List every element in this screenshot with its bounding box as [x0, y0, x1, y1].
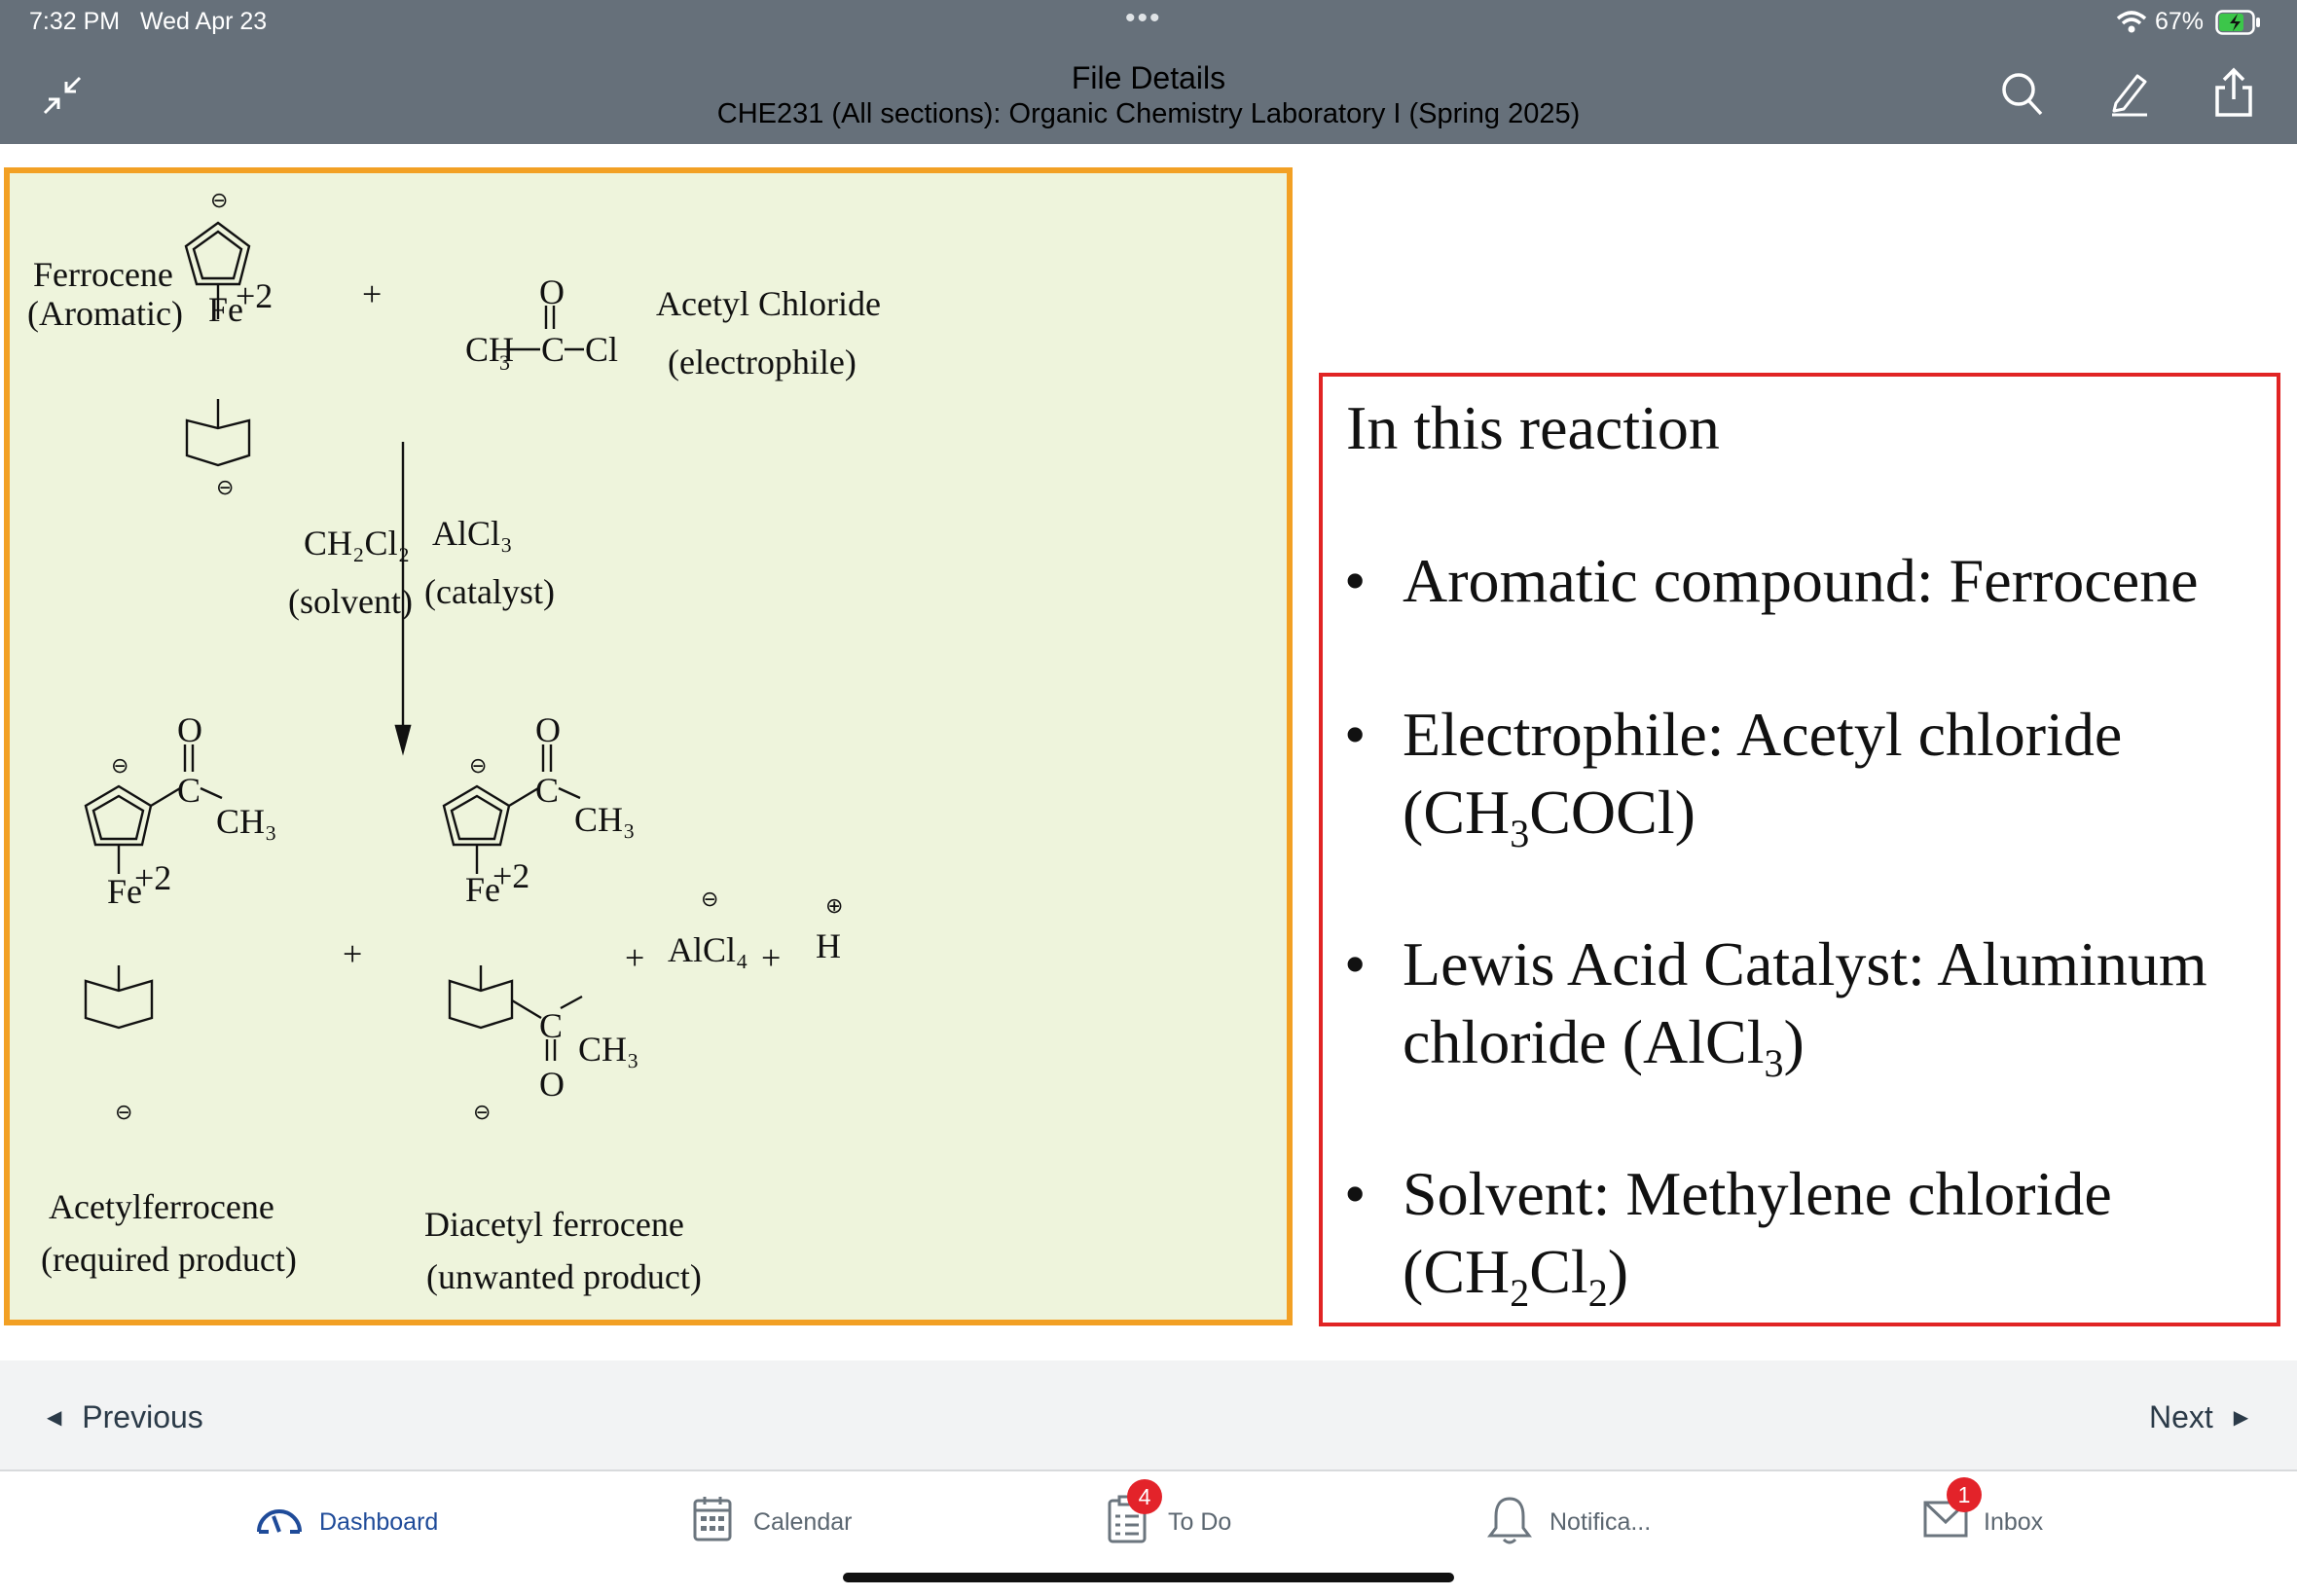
- charge-label: +2: [134, 858, 171, 897]
- tab-inbox[interactable]: 1 Inbox: [1923, 1477, 2060, 1547]
- bullet-text: Aromatic compound: Ferrocene: [1403, 546, 2199, 615]
- bell-icon: [1487, 1497, 1532, 1544]
- battery-icon: [2215, 10, 2262, 40]
- bullet-dot: •: [1344, 700, 1367, 769]
- tab-label: Inbox: [1984, 1508, 2044, 1536]
- charge-label: +2: [236, 276, 273, 315]
- acyl-c: C: [541, 330, 565, 369]
- tab-notifications[interactable]: Notifica...: [1487, 1489, 1682, 1547]
- plus-sign: +: [343, 934, 362, 973]
- c-label: C: [535, 771, 559, 810]
- acetyl-chloride-label: Acetyl Chloride: [656, 284, 881, 323]
- electrophile-label: (electrophile): [668, 343, 857, 381]
- c-label: C: [539, 1006, 563, 1045]
- reaction-summary-box: In this reaction • Aromatic compound: Fe…: [1319, 373, 2280, 1326]
- bullet-dot: •: [1344, 929, 1367, 998]
- charge-label: +2: [492, 856, 529, 895]
- inbox-badge: 1: [1947, 1477, 1982, 1512]
- plus-sign: +: [362, 274, 382, 313]
- battery-percent: 67%: [2155, 8, 2205, 35]
- c-label: C: [177, 771, 201, 810]
- charge-minus: ⊖: [473, 1100, 491, 1124]
- acyl-cl: Cl: [585, 330, 618, 369]
- tab-dashboard[interactable]: Dashboard: [255, 1489, 450, 1547]
- acetylferrocene-label: Acetylferrocene: [49, 1187, 274, 1226]
- alcl4-label: AlCl₄: [668, 930, 748, 969]
- unwanted-product-label: (unwanted product): [426, 1257, 702, 1296]
- bullet-text: Solvent: Methylene chloride: [1403, 1159, 2112, 1228]
- ch3-label: CH₃: [574, 800, 636, 839]
- ch3-label: CH₃: [216, 802, 277, 841]
- caret-left-icon: ◀: [47, 1407, 62, 1429]
- solvent-formula: CH₂Cl₂: [304, 524, 410, 562]
- tab-label: To Do: [1168, 1508, 1232, 1536]
- charge-minus: ⊖: [216, 475, 234, 499]
- multitask-dots[interactable]: •••: [1125, 2, 1162, 35]
- diacetylferrocene-label: Diacetyl ferrocene: [424, 1205, 684, 1244]
- dashboard-icon: [257, 1509, 302, 1534]
- o-label: O: [539, 1065, 565, 1104]
- tab-calendar[interactable]: Calendar: [693, 1489, 868, 1547]
- solvent-label: (solvent): [288, 582, 413, 621]
- bullet-text: Electrophile: Acetyl chloride: [1403, 700, 2123, 769]
- acyl-o: O: [539, 272, 565, 311]
- o-label: O: [177, 710, 202, 749]
- search-icon[interactable]: [2001, 72, 2044, 122]
- ch3-label: CH₃: [578, 1030, 639, 1069]
- charge-minus: ⊖: [115, 1100, 132, 1124]
- share-icon[interactable]: [2213, 66, 2254, 124]
- course-subtitle: CHE231 (All sections): Organic Chemistry…: [716, 98, 1581, 129]
- catalyst-label: (catalyst): [424, 572, 555, 611]
- tab-label: Calendar: [753, 1508, 853, 1536]
- reaction-scheme: Ferrocene (Aromatic) ⊖ Fe +2 ⊖ + CH 3 C …: [4, 167, 1293, 1325]
- bullet-text: Lewis Acid Catalyst: Aluminum: [1403, 929, 2207, 998]
- bullet-dot: •: [1344, 546, 1367, 615]
- ferrocene-label: Ferrocene: [33, 255, 173, 294]
- acyl-sub: 3: [499, 350, 510, 375]
- bullet-dot: •: [1344, 1159, 1367, 1228]
- status-date: Wed Apr 23: [140, 8, 268, 35]
- page-title: File Details: [1071, 60, 1226, 95]
- plus-sign: +: [625, 938, 644, 977]
- tab-label: Notifica...: [1550, 1508, 1652, 1536]
- catalyst-formula: AlCl₃: [432, 514, 513, 553]
- tab-todo[interactable]: 4 To Do: [1108, 1479, 1263, 1547]
- home-indicator[interactable]: [843, 1573, 1454, 1582]
- tab-label: Dashboard: [319, 1508, 439, 1536]
- aromatic-label: (Aromatic): [27, 294, 183, 333]
- charge-minus: ⊖: [701, 887, 718, 911]
- charge-minus: ⊖: [210, 188, 228, 212]
- annotate-pen-icon[interactable]: [2108, 70, 2151, 122]
- status-time: 7:32 PM: [29, 8, 121, 35]
- required-product-label: (required product): [41, 1240, 297, 1279]
- h-label: H: [816, 926, 841, 965]
- charge-minus: ⊖: [111, 753, 128, 778]
- caret-right-icon: ▶: [2233, 1407, 2249, 1429]
- next-button[interactable]: Next ▶: [2149, 1399, 2248, 1435]
- plus-sign: +: [761, 938, 781, 977]
- previous-button[interactable]: ◀ Previous: [47, 1399, 203, 1435]
- charge-minus: ⊖: [469, 753, 487, 778]
- plus-circle: ⊕: [825, 893, 843, 918]
- summary-title: In this reaction: [1346, 393, 1720, 462]
- todo-badge: 4: [1127, 1479, 1162, 1514]
- pager-bar: [0, 1360, 2297, 1471]
- wifi-icon: [2116, 10, 2147, 40]
- calendar-icon: [693, 1497, 732, 1542]
- o-label: O: [535, 710, 561, 749]
